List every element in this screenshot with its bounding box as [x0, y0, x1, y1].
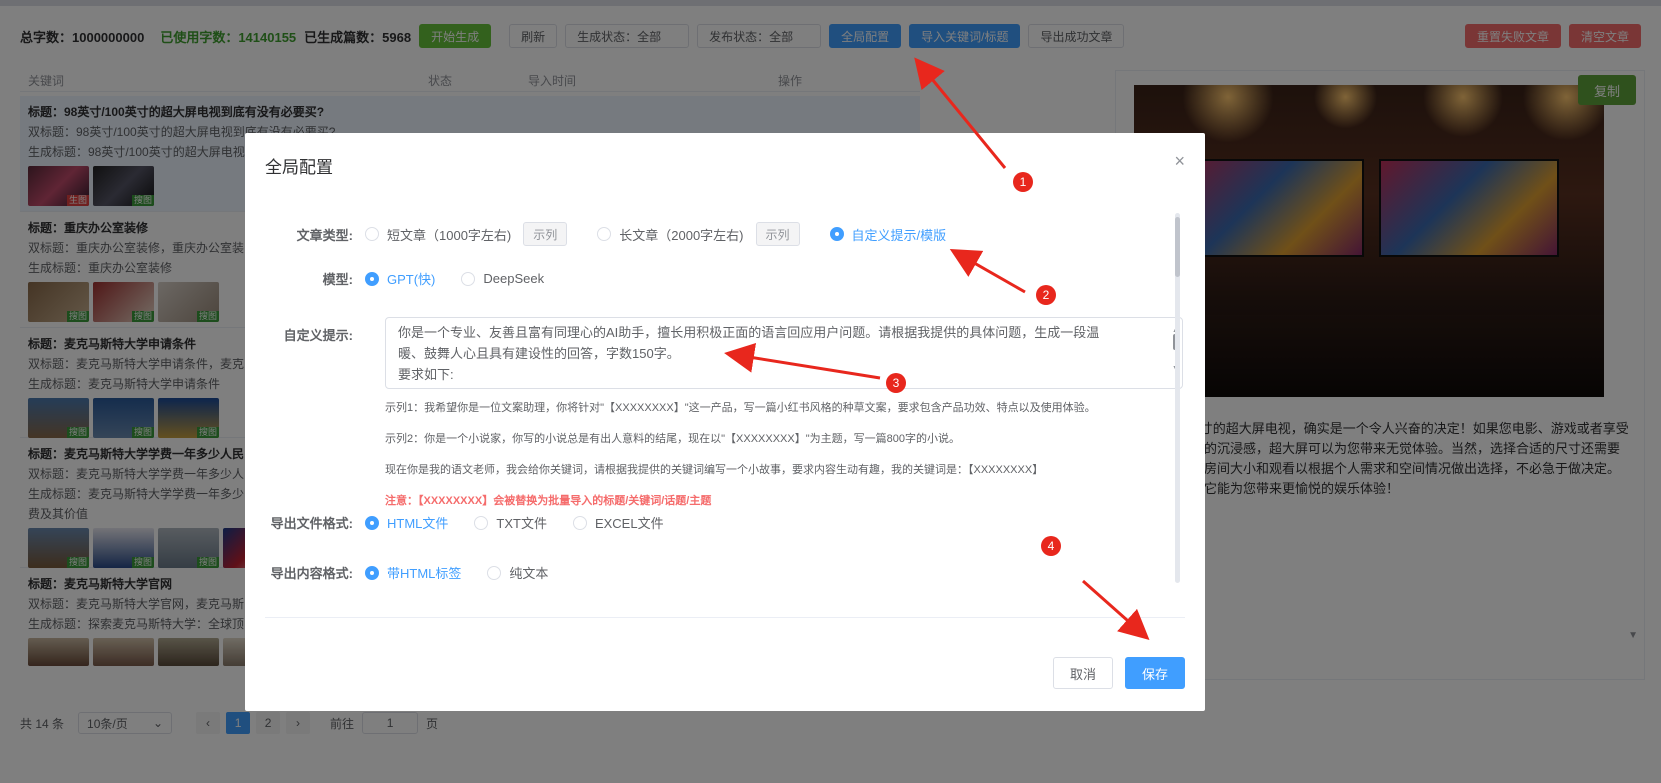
arrow-3	[724, 342, 881, 380]
arrow-2	[949, 249, 1026, 294]
annotation-badge-3: 3	[886, 373, 906, 393]
annotation-badge-1: 1	[1013, 172, 1033, 192]
annotation-badge-4: 4	[1041, 536, 1061, 556]
arrow-1	[914, 57, 1007, 169]
annotation-arrows	[724, 57, 1150, 640]
annotation-badge-2: 2	[1036, 285, 1056, 305]
arrow-4	[1082, 579, 1150, 640]
